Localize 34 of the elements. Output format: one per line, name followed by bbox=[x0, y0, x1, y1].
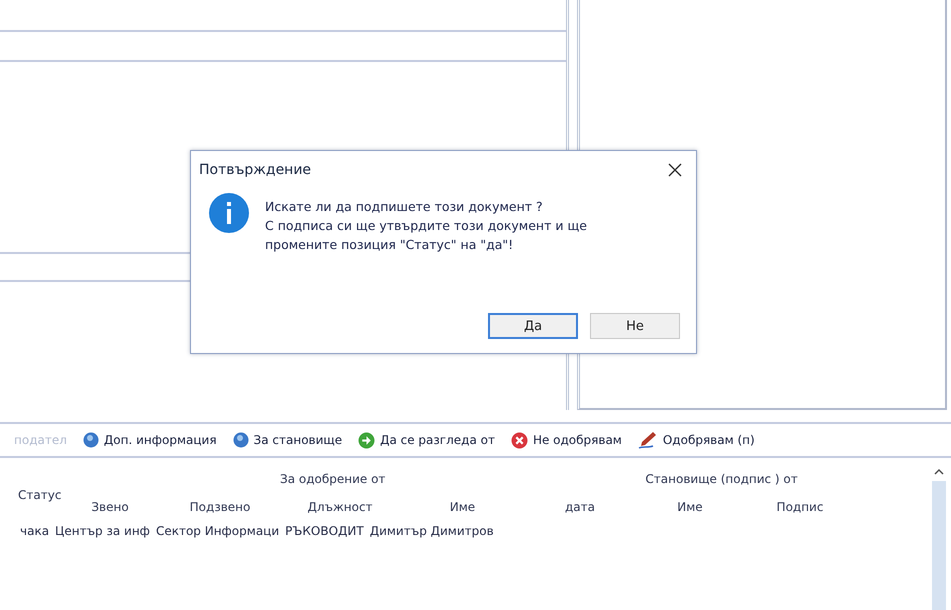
info-icon bbox=[209, 193, 249, 233]
column-header: Статус bbox=[17, 488, 62, 504]
dialog-button[interactable]: Да bbox=[488, 313, 578, 339]
scrollbar[interactable] bbox=[932, 481, 946, 610]
column-header: Име bbox=[677, 500, 703, 514]
dialog-message: Искате ли да подпишете този документ ? bbox=[265, 198, 544, 216]
dialog-message: С подписа си ще утвърдите този документ и ще bbox=[265, 217, 587, 235]
column-header: Подпис bbox=[776, 500, 824, 514]
table-cell: Димитър Димитров bbox=[370, 524, 494, 538]
column-header: дата bbox=[565, 500, 595, 514]
pen-icon bbox=[638, 431, 658, 449]
table-cell: чака bbox=[20, 524, 50, 538]
dialog-title: Потвърждение bbox=[199, 162, 312, 178]
toolbar-button[interactable]: Доп. информация bbox=[82, 432, 217, 448]
scroll-up-icon[interactable] bbox=[934, 468, 944, 475]
column-group-header: За одобрение от bbox=[280, 472, 386, 488]
column-header: Звено bbox=[91, 500, 129, 514]
table-cell: Сектор Информаци bbox=[156, 524, 280, 538]
toolbar-button[interactable]: Одобрявам (п) bbox=[638, 431, 755, 449]
dialog-button[interactable]: Не bbox=[590, 313, 680, 339]
table-cell: Център за инф bbox=[55, 524, 150, 538]
column-header: Подзвено bbox=[190, 500, 250, 514]
dialog-message: промените позиция "Статус" на "да"! bbox=[265, 236, 514, 254]
close-icon bbox=[510, 432, 528, 448]
column-header: Име bbox=[450, 500, 476, 514]
column-group-header: Становище (подпис ) от bbox=[645, 472, 798, 488]
help-icon bbox=[82, 432, 99, 448]
close-button[interactable] bbox=[666, 161, 684, 179]
toolbar-button[interactable]: Не одобрявам bbox=[510, 432, 622, 448]
toolbar-button[interactable]: Да се разгледа от bbox=[358, 432, 495, 448]
column-header: Длъжност bbox=[307, 500, 373, 514]
table-cell: РЪКОВОДИТ bbox=[285, 524, 364, 538]
help-icon bbox=[232, 432, 249, 448]
toolbar-button[interactable]: За становище bbox=[232, 432, 342, 448]
